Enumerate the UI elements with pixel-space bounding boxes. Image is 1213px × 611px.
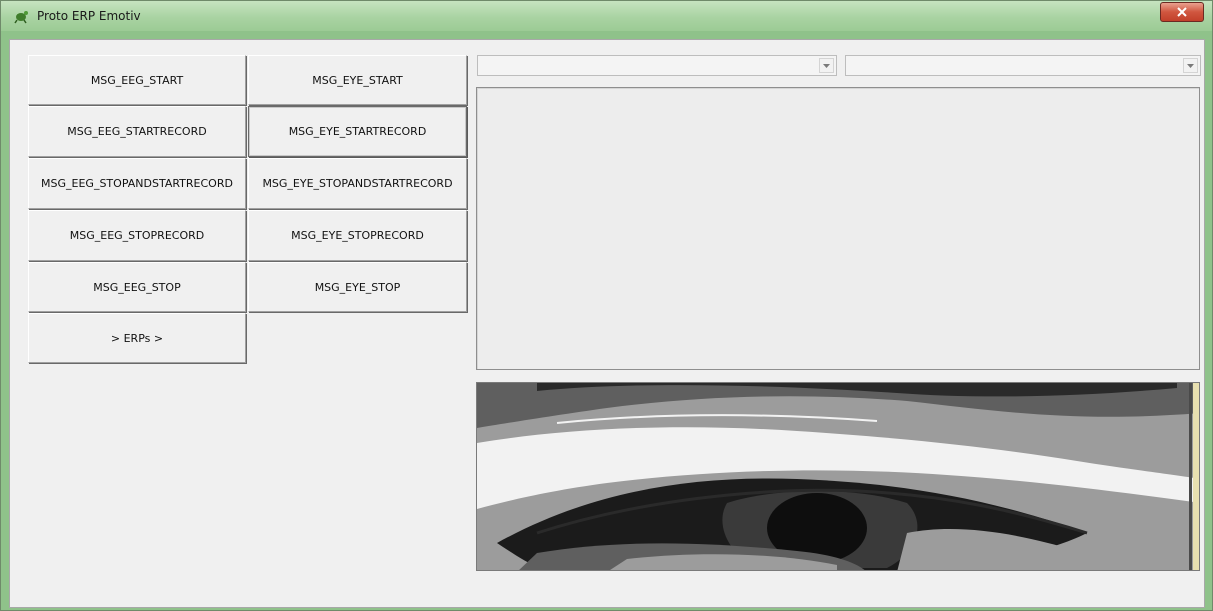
close-button[interactable] [1160, 2, 1204, 22]
left-dropdown-arrow-button[interactable] [819, 58, 834, 73]
chevron-down-icon [1187, 63, 1194, 68]
msg-eeg-stoprecord-button[interactable]: MSG_EEG_STOPRECORD [28, 210, 246, 261]
window-title: Proto ERP Emotiv [37, 9, 141, 23]
right-dropdown[interactable] [845, 55, 1201, 76]
msg-eye-stopandstartrecord-button[interactable]: MSG_EYE_STOPANDSTARTRECORD [248, 158, 467, 209]
close-icon [1177, 7, 1187, 17]
eye-image-graphic [477, 383, 1199, 570]
app-window: Proto ERP Emotiv MSG_EEG_START MSG_EEG_S… [0, 0, 1213, 611]
msg-eye-stop-button[interactable]: MSG_EYE_STOP [248, 262, 467, 312]
msg-eye-startrecord-button[interactable]: MSG_EYE_STARTRECORD [248, 106, 467, 157]
left-dropdown[interactable] [477, 55, 837, 76]
right-dropdown-arrow-button[interactable] [1183, 58, 1198, 73]
erps-button[interactable]: > ERPs > [28, 313, 246, 363]
turtle-icon [14, 11, 28, 24]
title-bar[interactable]: Proto ERP Emotiv [1, 1, 1212, 31]
msg-eeg-stopandstartrecord-button[interactable]: MSG_EEG_STOPANDSTARTRECORD [28, 158, 246, 209]
eye-image [476, 382, 1200, 571]
erp-display-panel [476, 87, 1200, 370]
msg-eeg-stop-button[interactable]: MSG_EEG_STOP [28, 262, 246, 312]
msg-eye-stoprecord-button[interactable]: MSG_EYE_STOPRECORD [248, 210, 467, 261]
msg-eeg-start-button[interactable]: MSG_EEG_START [28, 55, 246, 105]
msg-eeg-startrecord-button[interactable]: MSG_EEG_STARTRECORD [28, 106, 246, 157]
msg-eye-start-button[interactable]: MSG_EYE_START [248, 55, 467, 105]
chevron-down-icon [823, 63, 830, 68]
